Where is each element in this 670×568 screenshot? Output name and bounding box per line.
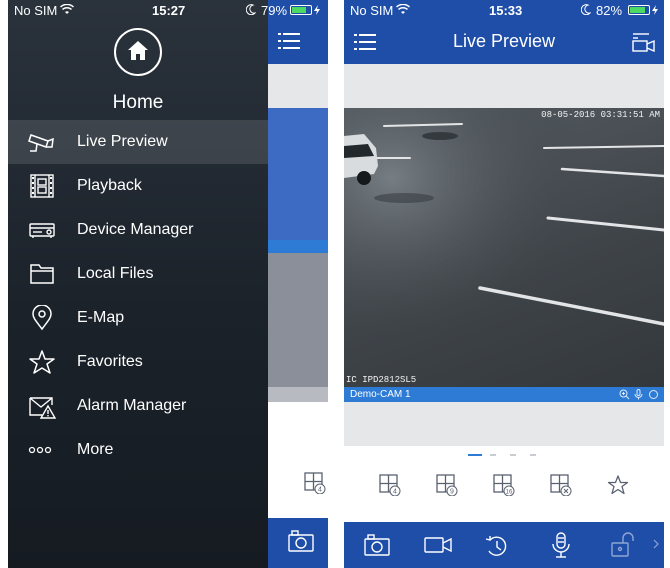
carrier-label: No SIM	[350, 3, 394, 18]
menu-label: Live Preview	[77, 133, 168, 150]
nav-bar: No SIM 15:33 82% Live Preview	[344, 0, 664, 64]
split-4-icon[interactable]: 4	[304, 472, 326, 494]
charging-bolt-icon	[652, 5, 658, 15]
camera-info-bar: Demo-CAM 1	[344, 387, 664, 402]
home-label: Home	[112, 92, 164, 113]
film-strip-icon	[30, 174, 54, 198]
folder-icon	[30, 264, 54, 284]
playback-history-icon[interactable]	[484, 533, 510, 559]
home-icon	[128, 41, 148, 60]
page-title: Live Preview	[452, 31, 556, 51]
battery-percent: 82%	[596, 3, 623, 18]
battery-icon	[290, 5, 312, 15]
svg-text:4: 4	[393, 489, 397, 496]
alarm-envelope-icon	[29, 397, 56, 419]
menu-label: Device Manager	[77, 221, 194, 238]
record-status-icon[interactable]	[648, 389, 659, 400]
more-dots-icon	[28, 446, 52, 454]
menu-item-device-manager[interactable]: Device Manager	[8, 208, 268, 252]
menu-label: E-Map	[77, 309, 125, 326]
menu-item-favorites[interactable]: Favorites	[8, 340, 268, 384]
menu-label: Playback	[77, 177, 142, 194]
home-button[interactable]	[114, 28, 162, 76]
battery-icon	[628, 5, 650, 15]
split-16-icon[interactable]: 16	[493, 474, 515, 496]
menu-item-live-preview[interactable]: Live Preview	[8, 120, 268, 164]
menu-item-local-files[interactable]: Local Files	[8, 252, 268, 296]
list-menu-icon[interactable]	[278, 32, 300, 50]
split-9-icon[interactable]: 9	[436, 474, 458, 496]
favorite-star-icon[interactable]	[607, 474, 629, 496]
moon-icon	[246, 4, 256, 15]
chevron-right-icon[interactable]	[653, 539, 659, 549]
parking-lot-scene	[344, 108, 664, 387]
page-dot	[530, 454, 536, 456]
split-controls: 4 9 16	[344, 446, 664, 522]
carrier-label: No SIM	[14, 3, 58, 18]
page-dot	[490, 454, 496, 456]
side-drawer: No SIM 15:27 79% Home Live Preview Playb…	[8, 0, 287, 568]
battery-percent: 79%	[261, 3, 288, 18]
menu-label: Local Files	[77, 265, 154, 282]
split-4-icon[interactable]: 4	[379, 474, 401, 496]
menu-item-playback[interactable]: Playback	[8, 164, 268, 208]
star-icon	[29, 350, 55, 374]
battery-fill	[630, 7, 645, 13]
mic-status-icon[interactable]	[634, 389, 643, 400]
menu-item-more[interactable]: More	[8, 428, 268, 472]
menu-item-e-map[interactable]: E-Map	[8, 296, 268, 340]
underlying-toolbar	[268, 518, 328, 568]
underlying-video-pane	[268, 108, 328, 240]
dvr-device-icon	[29, 223, 55, 238]
menu-item-alarm-manager[interactable]: Alarm Manager	[8, 384, 268, 428]
unlock-icon[interactable]	[610, 532, 634, 558]
charging-bolt-icon	[314, 5, 320, 15]
menu-label: More	[77, 441, 114, 458]
snapshot-camera-icon[interactable]	[288, 530, 314, 552]
bottom-toolbar	[344, 522, 664, 568]
svg-text:4: 4	[318, 487, 322, 494]
video-feed[interactable]: 08-05-2016 03:31:51 AM IC IPD2812SL5	[344, 108, 664, 387]
camera-name: Demo-CAM 1	[350, 389, 411, 400]
page-dot	[468, 454, 482, 456]
menu-label: Favorites	[77, 353, 143, 370]
page-dot	[510, 454, 516, 456]
svg-text:9: 9	[450, 489, 454, 496]
left-phone-screen: 4 No SIM 15:27 79% Home Live Preview Pla…	[8, 0, 328, 568]
cctv-camera-icon	[28, 134, 54, 152]
snapshot-camera-icon[interactable]	[364, 534, 390, 556]
wifi-icon	[60, 4, 74, 14]
moon-icon	[581, 4, 591, 15]
svg-text:16: 16	[506, 490, 513, 496]
map-pin-icon	[32, 305, 52, 331]
clock: 15:27	[152, 3, 186, 18]
right-phone-screen: No SIM 15:33 82% Live Preview 08-05-2016…	[344, 0, 664, 568]
video-osd-label: IC IPD2812SL5	[346, 375, 417, 385]
menu-label: Alarm Manager	[77, 397, 187, 414]
video-record-icon[interactable]	[424, 536, 452, 554]
battery-fill	[292, 7, 306, 13]
zoom-icon[interactable]	[619, 389, 630, 400]
close-all-windows-icon[interactable]	[550, 474, 572, 496]
empty-slot-area	[344, 402, 664, 446]
wifi-icon	[396, 4, 410, 14]
video-timestamp: 08-05-2016 03:31:51 AM	[541, 110, 660, 120]
talk-microphone-icon[interactable]	[550, 532, 572, 560]
device-list-icon[interactable]	[632, 32, 656, 52]
clock: 15:33	[489, 3, 523, 18]
